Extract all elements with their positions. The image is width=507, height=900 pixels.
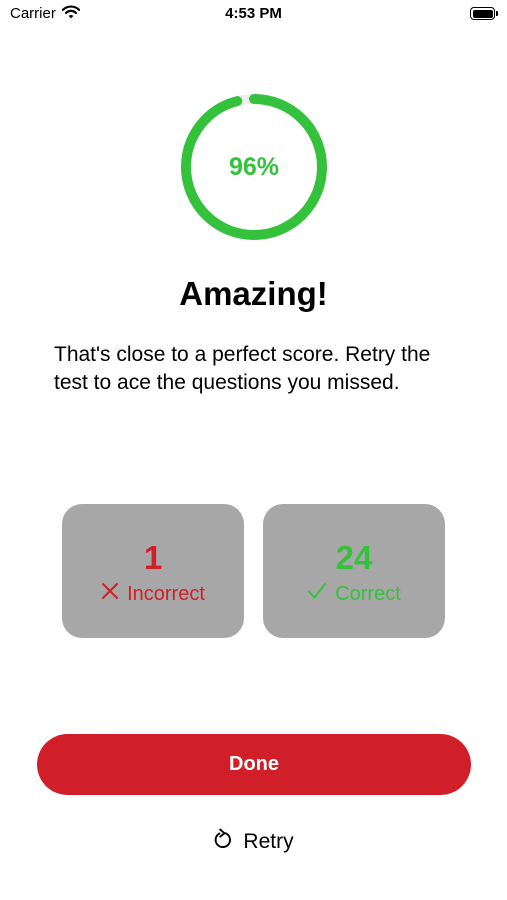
incorrect-count: 1 [143, 539, 163, 576]
correct-card: 24 Correct [263, 504, 445, 638]
status-time: 4:53 PM [225, 5, 282, 22]
correct-label-row: Correct [263, 582, 445, 606]
result-message: That's close to a perfect score. Retry t… [54, 343, 431, 394]
correct-count: 24 [335, 539, 373, 576]
incorrect-label-row: Incorrect [62, 582, 244, 606]
score-ring: 96% [179, 92, 329, 242]
battery-icon [470, 7, 498, 20]
incorrect-card: 1 Incorrect [62, 504, 244, 638]
checkmark-icon [307, 582, 327, 606]
results-screen: Carrier 4:53 PM 96% Amazing! That's clos… [0, 0, 507, 900]
done-button-label: Done [229, 753, 279, 775]
score-percent: 96% [228, 152, 280, 181]
done-button[interactable]: Done [37, 734, 471, 795]
retry-label: Retry [243, 830, 294, 853]
x-icon [101, 582, 119, 606]
retry-arrow-icon [213, 828, 233, 856]
correct-label: Correct [335, 582, 401, 605]
retry-button[interactable]: Retry [0, 828, 507, 856]
incorrect-label: Incorrect [127, 582, 205, 605]
result-headline: Amazing! [179, 275, 328, 312]
status-bar: Carrier 4:53 PM [0, 0, 507, 30]
